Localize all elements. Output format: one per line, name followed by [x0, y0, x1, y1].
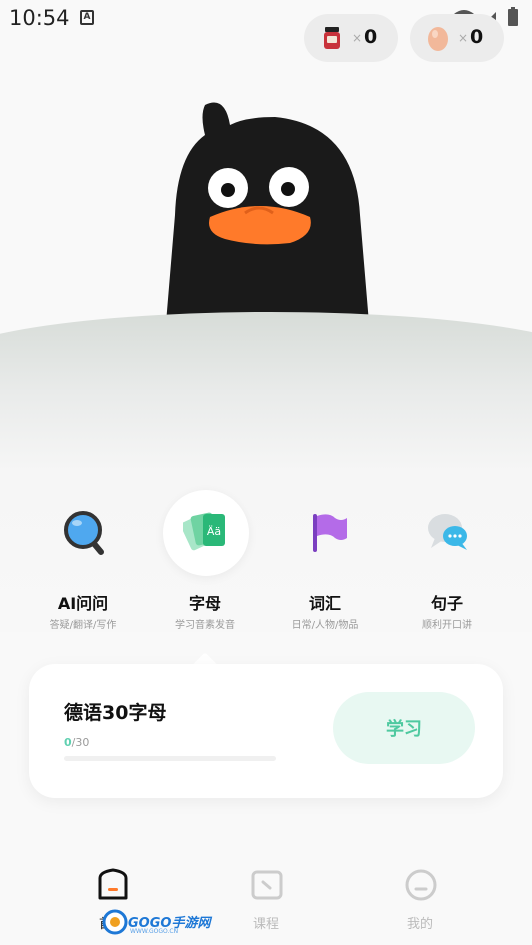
category-label: 字母: [188, 594, 221, 613]
watermark-badge-icon: [102, 909, 128, 935]
nav-label: 课程: [252, 917, 279, 932]
progress-done: 0: [64, 736, 72, 749]
category-icon-circle: Ää: [163, 490, 249, 576]
course-card: 德语30字母 0/30 学习: [29, 664, 503, 798]
category-sub: 顺利开口讲: [422, 620, 472, 631]
app-screen: 10:54 A × 0 × 0 AI问问 答疑/翻译/写作 Ää 字母 学习音素…: [0, 0, 532, 945]
progress-total: /30: [71, 736, 90, 749]
jam-counter[interactable]: × 0: [304, 14, 398, 62]
category-label: AI问问: [57, 594, 109, 613]
chat-bubbles-icon: [428, 514, 467, 550]
notification-icon: A: [80, 10, 94, 25]
category-label: 词汇: [308, 594, 341, 613]
egg-icon: [428, 27, 448, 51]
jam-count: 0: [364, 26, 378, 48]
letter-cards-icon: Ää: [183, 512, 225, 551]
magnifier-icon: [64, 511, 104, 555]
nav-mine[interactable]: 我的: [390, 868, 450, 938]
category-sentences[interactable]: 句子 顺利开口讲: [392, 490, 502, 640]
course-title: 德语30字母: [64, 702, 167, 724]
watermark-logo: GOGO手游网 WWW.GOGO.CN: [102, 908, 212, 938]
category-label: 句子: [430, 594, 463, 613]
category-icon-circle: [41, 490, 127, 576]
egg-counter[interactable]: × 0: [410, 14, 504, 62]
category-sub: 学习音素发音: [175, 620, 235, 631]
home-icon: [98, 868, 128, 900]
card-letter-text: Ää: [207, 525, 221, 538]
profile-icon: [405, 869, 437, 901]
course-icon: [251, 870, 283, 900]
category-sub: 日常/人物/物品: [291, 620, 359, 631]
category-ai[interactable]: AI问问 答疑/翻译/写作: [28, 490, 138, 640]
category-icon-circle: [283, 490, 369, 576]
progress-bar: [64, 756, 276, 761]
counter-multiply: ×: [458, 31, 469, 45]
jam-jar-icon: [324, 27, 340, 49]
nav-label: 我的: [406, 917, 433, 932]
course-progress-text: 0/30: [64, 736, 89, 749]
status-time: 10:54: [9, 6, 70, 30]
category-sub: 答疑/翻译/写作: [49, 620, 117, 631]
category-icon-circle: [405, 490, 491, 576]
duck-mascot-illustration: [165, 102, 370, 335]
nav-course[interactable]: 课程: [236, 868, 296, 938]
category-vocabulary[interactable]: 词汇 日常/人物/物品: [270, 490, 380, 640]
egg-count: 0: [470, 26, 484, 48]
study-button[interactable]: 学习: [333, 692, 475, 764]
counter-multiply: ×: [352, 31, 363, 45]
category-alphabet[interactable]: Ää 字母 学习音素发音: [150, 490, 260, 640]
flag-icon: [313, 514, 347, 552]
watermark-sub: WWW.GOGO.CN: [130, 928, 179, 935]
